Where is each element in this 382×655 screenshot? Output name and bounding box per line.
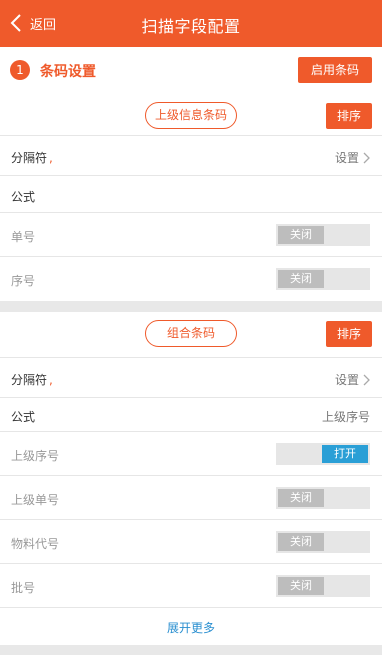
formula-row: 公式 [0,176,382,213]
formula-row: 公式 上级序号 [0,398,382,432]
separator-row[interactable]: 分隔符, 设置 [0,135,382,176]
chevron-right-icon [363,152,370,163]
step-number-badge: 1 [10,60,30,80]
expand-more-link[interactable]: 展开更多 [0,619,382,636]
field-toggle[interactable]: 关闭 [276,575,370,597]
field-row: 物料代号 关闭 [0,520,382,564]
settings-link[interactable]: 设置 [335,371,370,388]
toggle-knob: 关闭 [278,577,324,595]
field-row: 批号 关闭 [0,564,382,608]
field-toggle[interactable]: 关闭 [276,487,370,509]
chevron-right-icon [363,374,370,385]
separator-value: , [49,151,53,165]
field-toggle[interactable]: 关闭 [276,224,370,246]
settings-link[interactable]: 设置 [335,149,370,166]
sort-button[interactable]: 排序 [326,103,372,129]
combined-barcode-pill[interactable]: 组合条码 [145,320,237,347]
section-divider [0,301,382,312]
section-title: 条码设置 [40,64,96,80]
toggle-knob: 关闭 [278,226,324,244]
field-label: 批号 [11,581,36,595]
barcode-settings-panel: 1 条码设置 启用条码 上级信息条码 排序 分隔符, 设置 公式 单号 关闭 序… [0,47,382,301]
separator-label: 分隔符 [11,373,48,387]
top-bar: 返回 扫描字段配置 [0,0,382,47]
field-toggle[interactable]: 打开 [276,443,370,465]
toggle-knob: 关闭 [278,270,324,288]
field-label: 上级序号 [11,449,60,463]
field-toggle[interactable]: 关闭 [276,531,370,553]
toggle-knob: 打开 [322,445,368,463]
field-row: 上级序号 打开 [0,432,382,476]
separator-row[interactable]: 分隔符, 设置 [0,357,382,398]
field-label: 物料代号 [11,537,60,551]
field-row: 上级单号 关闭 [0,476,382,520]
parent-info-barcode-pill[interactable]: 上级信息条码 [145,102,237,129]
formula-label: 公式 [11,410,36,424]
field-label: 序号 [11,274,36,288]
enable-barcode-button[interactable]: 启用条码 [298,57,372,83]
page-title: 扫描字段配置 [141,17,241,36]
settings-label: 设置 [334,151,359,165]
formula-value: 上级序号 [321,410,370,424]
toggle-knob: 关闭 [278,489,324,507]
separator-value: , [49,373,53,387]
settings-label: 设置 [334,373,359,387]
toggle-knob: 关闭 [278,533,324,551]
sort-button[interactable]: 排序 [326,321,372,347]
formula-label: 公式 [11,190,36,204]
separator-label: 分隔符 [11,151,48,165]
field-toggle[interactable]: 关闭 [276,268,370,290]
combined-barcode-panel: 组合条码 排序 分隔符, 设置 公式 上级序号 上级序号 打开 上级单号 关闭 … [0,312,382,645]
field-row: 序号 关闭 [0,257,382,301]
field-row: 单号 关闭 [0,213,382,257]
field-label: 单号 [11,230,36,244]
field-label: 上级单号 [11,493,60,507]
